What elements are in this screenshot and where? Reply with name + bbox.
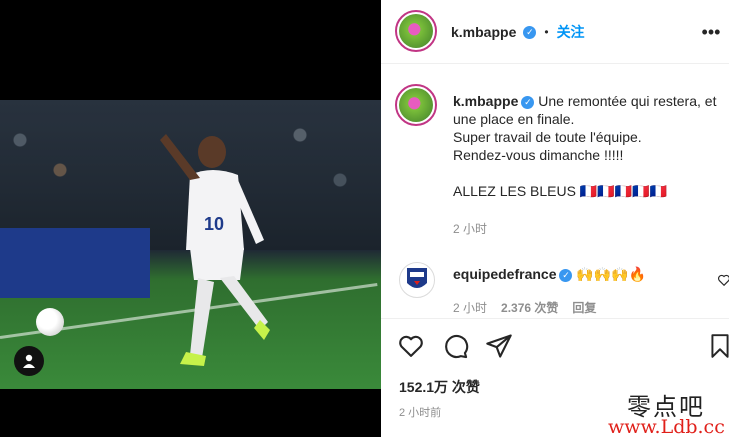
verified-badge-icon: ✓	[521, 95, 535, 109]
fff-crest-icon	[407, 268, 427, 288]
actions-divider	[381, 318, 729, 319]
send-icon[interactable]	[485, 332, 513, 360]
comment-reply-button[interactable]: 回复	[572, 299, 596, 316]
caption-time[interactable]: 2 小时	[453, 220, 487, 237]
heart-icon[interactable]	[397, 332, 425, 360]
commenter-avatar[interactable]	[399, 262, 435, 298]
caption-author-avatar[interactable]	[395, 84, 437, 126]
verified-badge-icon: ✓	[523, 25, 537, 39]
comment-like-heart-icon[interactable]	[717, 273, 729, 287]
post-time[interactable]: 2 小时前	[399, 404, 441, 420]
verified-badge-icon: ✓	[559, 268, 573, 282]
author-avatar[interactable]	[395, 10, 437, 52]
soccer-ball	[36, 308, 64, 336]
user-tag-icon[interactable]	[14, 346, 44, 376]
separator-dot: •	[544, 25, 549, 39]
watermark-url: www.Ldb.cc	[608, 416, 725, 437]
svg-text:10: 10	[204, 214, 224, 234]
player-figure: 10	[160, 134, 270, 366]
comment-like-count[interactable]: 2.376 次赞	[501, 299, 558, 316]
comment-time[interactable]: 2 小时	[453, 299, 487, 316]
post-side-panel: k.mbappe ✓ • 关注 ••• k.mbappe ✓ Une remont…	[381, 0, 729, 437]
more-options-icon[interactable]: •••	[699, 22, 723, 42]
advertising-board	[0, 228, 150, 298]
post-photo[interactable]: 10	[0, 100, 381, 389]
comment-icon[interactable]	[441, 332, 469, 360]
author-username[interactable]: k.mbappe	[451, 24, 516, 40]
post-like-count[interactable]: 152.1万 次赞	[399, 377, 480, 397]
commenter-username[interactable]: equipedefrance	[453, 266, 556, 282]
post-media-area: 10	[0, 0, 381, 437]
follow-button[interactable]: 关注	[557, 22, 585, 42]
post-header: k.mbappe ✓ • 关注 •••	[381, 0, 729, 64]
bookmark-icon[interactable]	[707, 332, 729, 360]
caption-username[interactable]: k.mbappe	[453, 93, 518, 109]
comment-text: 🙌🙌🙌🔥	[576, 266, 647, 282]
comment-row: equipedefrance ✓ 🙌🙌🙌🔥	[453, 265, 703, 283]
post-caption: k.mbappe ✓ Une remontée qui restera, et u…	[453, 92, 725, 200]
